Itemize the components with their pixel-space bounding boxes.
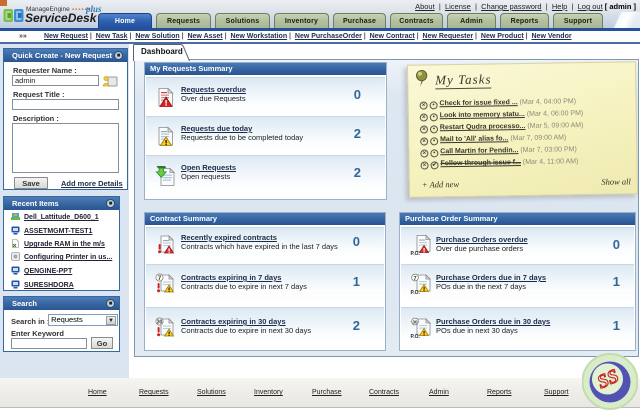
svg-text:30: 30 <box>157 320 163 326</box>
svg-text:7: 7 <box>413 276 416 282</box>
svg-text:30: 30 <box>412 319 418 324</box>
svg-text:P.O.: P.O. <box>411 251 421 256</box>
svg-text:P.O.: P.O. <box>411 290 421 295</box>
svg-text:P.O.: P.O. <box>411 334 421 339</box>
